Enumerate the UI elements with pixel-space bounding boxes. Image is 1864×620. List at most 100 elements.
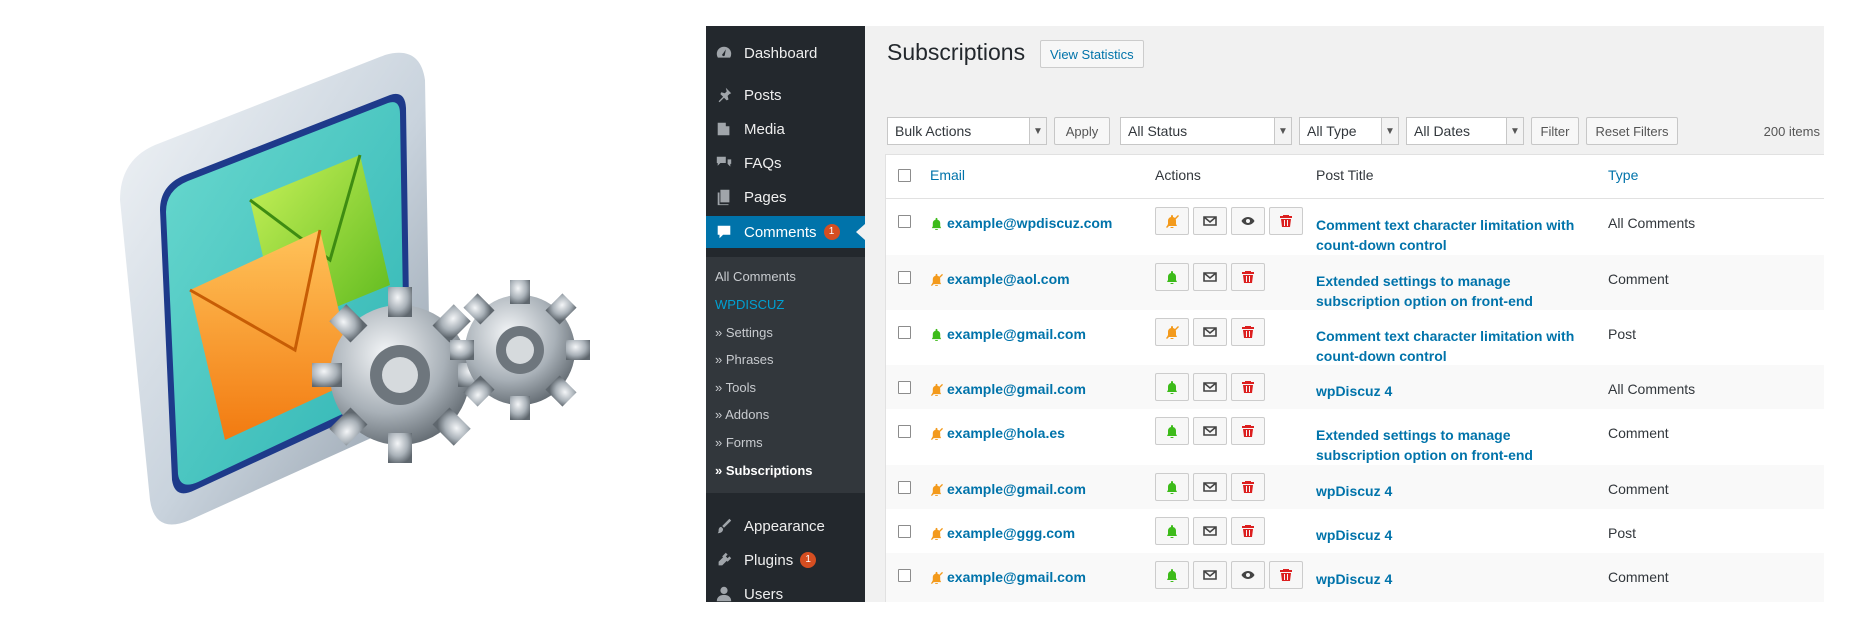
row-checkbox[interactable] bbox=[898, 481, 911, 494]
trash-button[interactable] bbox=[1231, 263, 1265, 291]
post-title-link[interactable]: wpDiscuz 4 bbox=[1316, 525, 1596, 545]
post-title-link[interactable]: Comment text character limitation with c… bbox=[1316, 215, 1596, 255]
filter-button[interactable]: Filter bbox=[1531, 117, 1579, 145]
view-statistics-button[interactable]: View Statistics bbox=[1040, 40, 1144, 68]
mail-button[interactable] bbox=[1193, 263, 1227, 291]
submenu-tools[interactable]: » Tools bbox=[715, 380, 756, 395]
trash-button[interactable] bbox=[1269, 207, 1303, 235]
row-checkbox[interactable] bbox=[898, 326, 911, 339]
trash-button[interactable] bbox=[1231, 473, 1265, 501]
submenu-settings[interactable]: » Settings bbox=[715, 325, 773, 340]
column-header-email[interactable]: Email bbox=[930, 167, 965, 183]
bell-off-button[interactable] bbox=[1155, 207, 1189, 235]
sidebar-item-plugins[interactable]: Plugins 1 bbox=[706, 544, 865, 576]
sidebar-item-comments[interactable]: Comments 1 bbox=[706, 216, 865, 248]
table-row: example@aol.com Extended settings to mana… bbox=[886, 255, 1824, 310]
bulk-actions-select[interactable]: Bulk Actions ▼ bbox=[887, 117, 1047, 145]
column-header-type[interactable]: Type bbox=[1608, 167, 1638, 183]
sidebar-item-label: Plugins bbox=[744, 551, 794, 569]
mail-button[interactable] bbox=[1193, 207, 1227, 235]
subscriber-email-link[interactable]: example@gmail.com bbox=[947, 481, 1086, 497]
mail-button[interactable] bbox=[1193, 417, 1227, 445]
post-title-link[interactable]: wpDiscuz 4 bbox=[1316, 381, 1596, 401]
post-title-link[interactable]: Extended settings to manage subscription… bbox=[1316, 425, 1596, 465]
select-all-checkbox[interactable] bbox=[898, 169, 911, 182]
status-filter-select[interactable]: All Status ▼ bbox=[1120, 117, 1292, 145]
subscriber-email-link[interactable]: example@aol.com bbox=[947, 271, 1070, 287]
bell-on-button[interactable] bbox=[1155, 561, 1189, 589]
sidebar-item-posts[interactable]: Posts bbox=[706, 79, 865, 111]
apply-button[interactable]: Apply bbox=[1054, 117, 1110, 145]
wp-admin-screen: Dashboard Posts Media FAQs Pages Comment… bbox=[706, 26, 1824, 602]
post-title-link[interactable]: wpDiscuz 4 bbox=[1316, 481, 1596, 501]
mail-button[interactable] bbox=[1193, 517, 1227, 545]
sidebar-item-faqs[interactable]: FAQs bbox=[706, 147, 865, 179]
bell-off-button[interactable] bbox=[1155, 318, 1189, 346]
pages-icon bbox=[714, 187, 734, 207]
subscription-type: Post bbox=[1608, 326, 1637, 342]
plugins-count-badge: 1 bbox=[800, 552, 817, 568]
bell-on-button[interactable] bbox=[1155, 417, 1189, 445]
table-row: example@gmail.com Comment text character … bbox=[886, 310, 1824, 365]
eye-button[interactable] bbox=[1231, 207, 1265, 235]
items-count: 200 items bbox=[1763, 124, 1820, 139]
sidebar-item-users[interactable]: Users bbox=[706, 578, 865, 602]
trash-button[interactable] bbox=[1231, 318, 1265, 346]
subscriber-email-link[interactable]: example@ggg.com bbox=[947, 525, 1075, 541]
post-title-link[interactable]: Comment text character limitation with c… bbox=[1316, 326, 1596, 366]
submenu-wpdiscuz[interactable]: WPDISCUZ bbox=[715, 297, 784, 312]
subscriber-email-link[interactable]: example@gmail.com bbox=[947, 326, 1086, 342]
trash-button[interactable] bbox=[1269, 561, 1303, 589]
trash-button[interactable] bbox=[1231, 417, 1265, 445]
date-filter-select[interactable]: All Dates ▼ bbox=[1406, 117, 1524, 145]
comments-icon bbox=[714, 153, 734, 173]
table-row: example@gmail.com wpDiscuz 4 All Comments bbox=[886, 365, 1824, 409]
post-title-link[interactable]: Extended settings to manage subscription… bbox=[1316, 271, 1596, 311]
sidebar-item-pages[interactable]: Pages bbox=[706, 181, 865, 213]
bell-icon bbox=[1167, 481, 1177, 494]
sidebar-item-label: Appearance bbox=[744, 517, 825, 535]
submenu-addons[interactable]: » Addons bbox=[715, 407, 769, 422]
subscriber-email-link[interactable]: example@wpdiscuz.com bbox=[947, 215, 1112, 231]
admin-sidebar: Dashboard Posts Media FAQs Pages Comment… bbox=[706, 26, 865, 602]
trash-button[interactable] bbox=[1231, 517, 1265, 545]
row-checkbox[interactable] bbox=[898, 569, 911, 582]
sidebar-item-appearance[interactable]: Appearance bbox=[706, 510, 865, 542]
eye-icon bbox=[1241, 217, 1255, 225]
actions-cell bbox=[1155, 517, 1269, 545]
submenu-forms[interactable]: » Forms bbox=[715, 435, 763, 450]
subscriber-email-link[interactable]: example@gmail.com bbox=[947, 569, 1086, 585]
trash-button[interactable] bbox=[1231, 373, 1265, 401]
mail-button[interactable] bbox=[1193, 318, 1227, 346]
row-checkbox[interactable] bbox=[898, 525, 911, 538]
mail-button[interactable] bbox=[1193, 473, 1227, 501]
type-filter-select[interactable]: All Type ▼ bbox=[1299, 117, 1399, 145]
post-title-link[interactable]: wpDiscuz 4 bbox=[1316, 569, 1596, 589]
sidebar-item-dashboard[interactable]: Dashboard bbox=[706, 37, 865, 69]
email-subscription-settings-icon bbox=[100, 50, 620, 550]
sidebar-item-media[interactable]: Media bbox=[706, 113, 865, 145]
row-checkbox[interactable] bbox=[898, 425, 911, 438]
bell-on-button[interactable] bbox=[1155, 263, 1189, 291]
bell-off-icon bbox=[930, 527, 943, 540]
submenu-phrases[interactable]: » Phrases bbox=[715, 352, 774, 367]
bell-on-button[interactable] bbox=[1155, 517, 1189, 545]
row-checkbox[interactable] bbox=[898, 381, 911, 394]
plugin-icon bbox=[714, 550, 734, 570]
eye-button[interactable] bbox=[1231, 561, 1265, 589]
bell-on-button[interactable] bbox=[1155, 473, 1189, 501]
reset-filters-button[interactable]: Reset Filters bbox=[1586, 117, 1678, 145]
subscriber-email-link[interactable]: example@hola.es bbox=[947, 425, 1065, 441]
mail-button[interactable] bbox=[1193, 561, 1227, 589]
sidebar-item-label: Dashboard bbox=[744, 44, 818, 62]
row-checkbox[interactable] bbox=[898, 271, 911, 284]
subscriber-email-link[interactable]: example@gmail.com bbox=[947, 381, 1086, 397]
mail-button[interactable] bbox=[1193, 373, 1227, 401]
sidebar-item-label: FAQs bbox=[744, 154, 782, 172]
bell-on-button[interactable] bbox=[1155, 373, 1189, 401]
trash-icon bbox=[1242, 525, 1254, 537]
actions-cell bbox=[1155, 373, 1269, 401]
submenu-all-comments[interactable]: All Comments bbox=[715, 269, 796, 284]
row-checkbox[interactable] bbox=[898, 215, 911, 228]
submenu-subscriptions[interactable]: » Subscriptions bbox=[715, 463, 813, 478]
